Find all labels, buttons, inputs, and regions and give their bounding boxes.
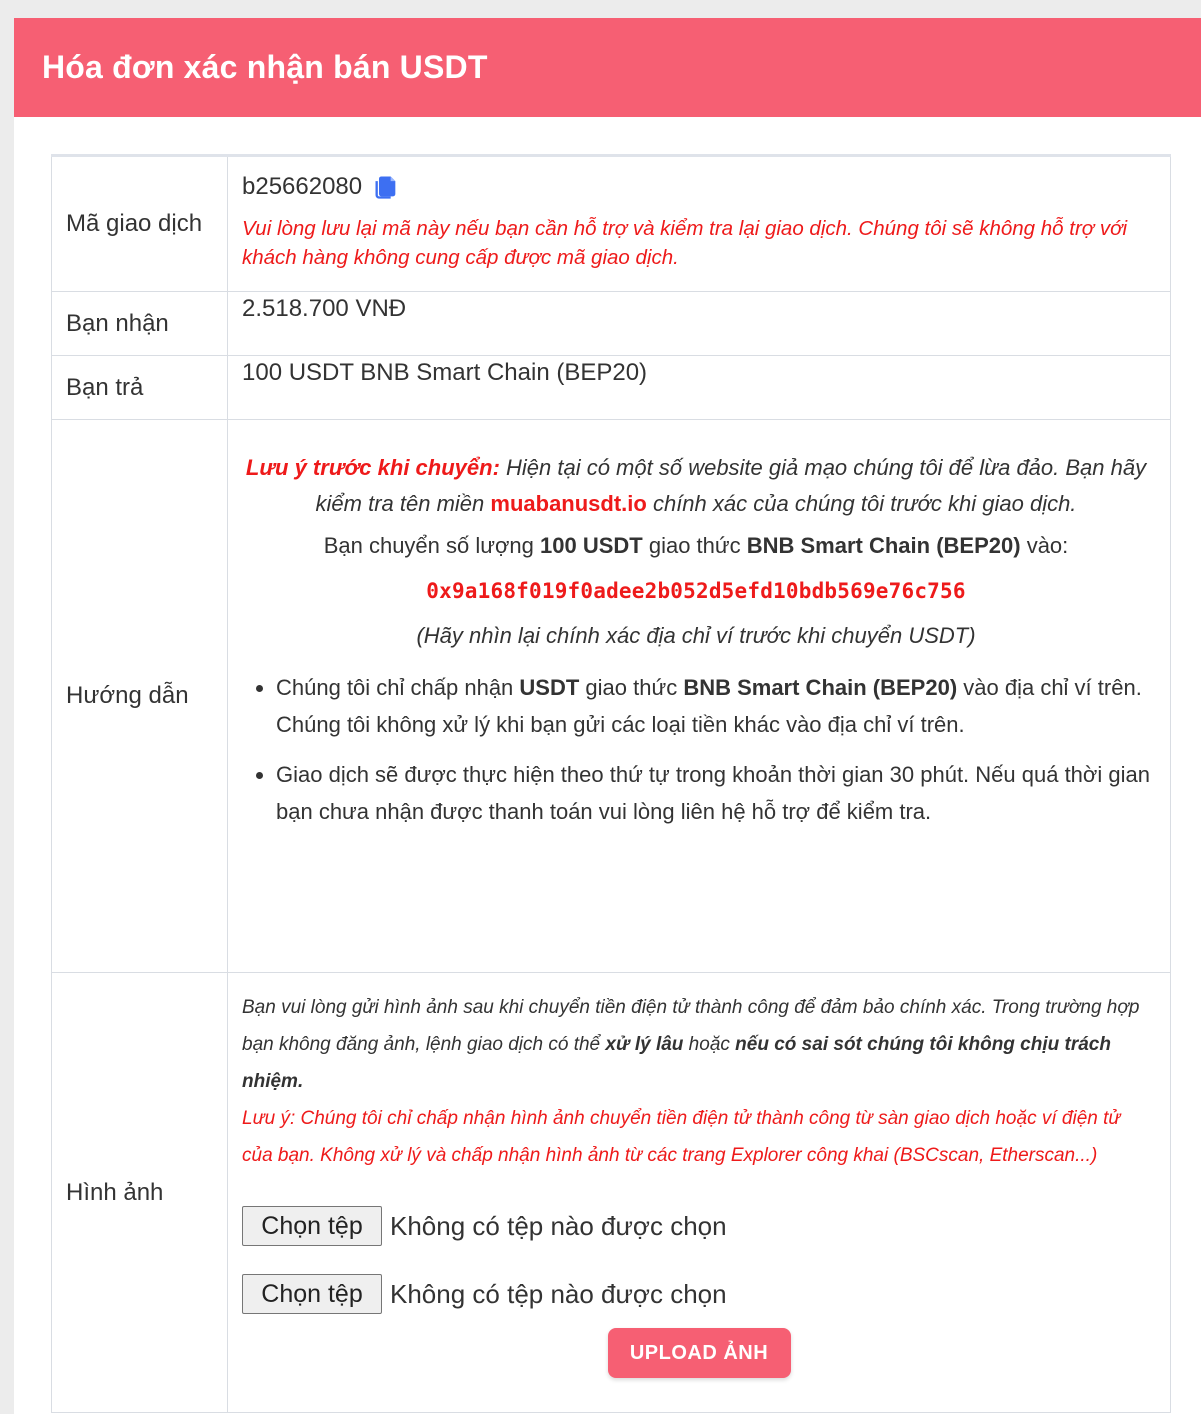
guide-value-cell: Lưu ý trước khi chuyển: Hiện tại có một …: [227, 419, 1171, 973]
rule1-text-c: giao thức: [579, 674, 684, 700]
invoice-table-container: Mã giao dịch b25662080 Vui lòng lưu lại: [51, 154, 1171, 1413]
pay-value: 100 USDT BNB Smart Chain (BEP20): [227, 355, 1171, 420]
image-upload-note: Bạn vui lòng gửi hình ảnh sau khi chuyển…: [242, 989, 1156, 1100]
table-row-guide: Hướng dẫn Lưu ý trước khi chuyển: Hiện t…: [51, 419, 1171, 973]
upload-image-button[interactable]: UPLOAD ẢNH: [607, 1328, 791, 1379]
domain-name: muabanusdt.io: [490, 491, 647, 517]
receive-label: Bạn nhận: [51, 291, 228, 356]
transaction-label: Mã giao dịch: [51, 155, 228, 292]
choose-file-button[interactable]: Chọn tệp: [242, 1206, 382, 1247]
transaction-code: b25662080: [242, 173, 363, 200]
guide-label: Hướng dẫn: [51, 419, 228, 973]
address-check-note: (Hãy nhìn lại chính xác địa chỉ ví trước…: [416, 622, 976, 648]
file-input-row-2: Chọn tệp Không có tệp nào được chọn: [242, 1274, 1156, 1315]
image-note-c: hoặc: [683, 1034, 736, 1056]
upload-button-wrap: UPLOAD ẢNH: [242, 1328, 1156, 1379]
invoice-table: Mã giao dịch b25662080 Vui lòng lưu lại: [51, 154, 1171, 1413]
image-note-b: xử lý lâu: [605, 1034, 684, 1056]
transfer-instruction: Bạn chuyển số lượng 100 USDT giao thức B…: [242, 531, 1150, 562]
transfer-suffix: vào:: [1020, 532, 1069, 558]
rule1-text-d: BNB Smart Chain (BEP20): [683, 674, 958, 700]
transaction-code-line: b25662080: [242, 170, 1156, 204]
transfer-amount: 100 USDT: [540, 532, 643, 558]
table-row-pay: Bạn trả 100 USDT BNB Smart Chain (BEP20): [51, 355, 1171, 420]
rules-list: Chúng tôi chỉ chấp nhận USDT giao thức B…: [242, 670, 1150, 832]
transaction-value-cell: b25662080 Vui lòng lưu lại mã này nếu bạ…: [227, 155, 1171, 292]
table-row-image: Hình ảnh Bạn vui lòng gửi hình ảnh sau k…: [51, 972, 1171, 1413]
transfer-protocol-word: giao thức: [642, 532, 747, 558]
transfer-prefix: Bạn chuyển số lượng: [323, 532, 540, 558]
file-input-row-1: Chọn tệp Không có tệp nào được chọn: [242, 1206, 1156, 1247]
page-title: Hóa đơn xác nhận bán USDT: [42, 49, 488, 85]
invoice-page: Hóa đơn xác nhận bán USDT Mã giao dịch b…: [14, 18, 1201, 1414]
image-value-cell: Bạn vui lòng gửi hình ảnh sau khi chuyển…: [227, 972, 1171, 1413]
rule1-text-a: Chúng tôi chỉ chấp nhận: [276, 674, 520, 700]
rule-item: Giao dịch sẽ được thực hiện theo thứ tự …: [276, 757, 1150, 831]
wallet-address[interactable]: 0x9a168f019f0adee2b052d5efd10bdb569e76c7…: [242, 577, 1150, 606]
image-label: Hình ảnh: [51, 972, 228, 1413]
receive-value: 2.518.700 VNĐ: [227, 291, 1171, 356]
table-row-receive: Bạn nhận 2.518.700 VNĐ: [51, 291, 1171, 356]
transaction-warning: Vui lòng lưu lại mã này nếu bạn cần hỗ t…: [242, 216, 1128, 270]
transfer-protocol: BNB Smart Chain (BEP20): [746, 532, 1021, 558]
rule-item: Chúng tôi chỉ chấp nhận USDT giao thức B…: [276, 670, 1150, 744]
table-row-transaction: Mã giao dịch b25662080 Vui lòng lưu lại: [51, 155, 1171, 292]
file-status-text: Không có tệp nào được chọn: [390, 1211, 727, 1242]
choose-file-button[interactable]: Chọn tệp: [242, 1274, 382, 1315]
rule1-text-b: USDT: [519, 674, 580, 700]
image-source-warning: Lưu ý: Chúng tôi chỉ chấp nhận hình ảnh …: [242, 1108, 1121, 1167]
copy-icon[interactable]: [372, 173, 400, 201]
file-status-text: Không có tệp nào được chọn: [390, 1279, 727, 1310]
scam-warning-note: Lưu ý trước khi chuyển: Hiện tại có một …: [242, 450, 1150, 523]
page-header: Hóa đơn xác nhận bán USDT: [14, 18, 1201, 117]
scam-warning-prefix: Lưu ý trước khi chuyển:: [245, 455, 500, 480]
pay-label: Bạn trả: [51, 355, 228, 420]
scam-warning-text-2: chính xác của chúng tôi trước khi giao d…: [646, 491, 1077, 517]
